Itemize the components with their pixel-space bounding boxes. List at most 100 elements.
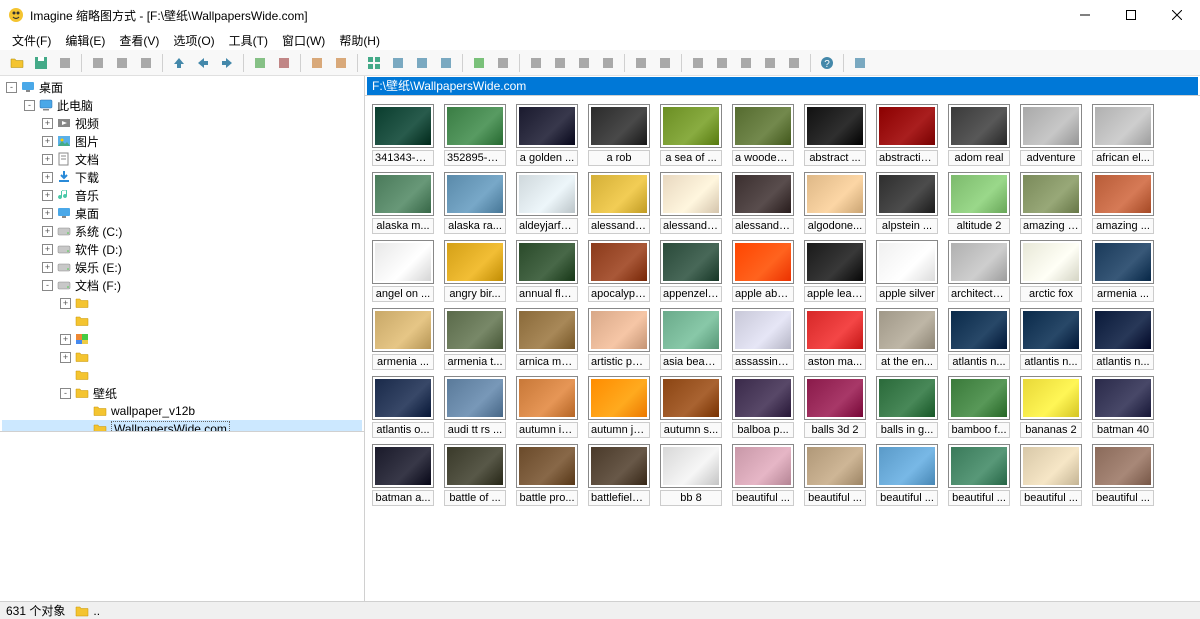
opt5-icon[interactable] — [783, 52, 805, 74]
thumbnail-item[interactable]: beautiful ... — [875, 444, 939, 506]
thumbnail-item[interactable]: beautiful ... — [947, 444, 1011, 506]
thumbnail-item[interactable]: battlefield... — [587, 444, 651, 506]
close-button[interactable] — [1154, 0, 1200, 30]
tree-item[interactable] — [2, 312, 362, 330]
thumbnail-item[interactable]: apocalyps... — [587, 240, 651, 302]
thumbnail-item[interactable]: bb 8 — [659, 444, 723, 506]
tree-item[interactable]: WallpapersWide.com — [2, 420, 362, 431]
thumbnail-item[interactable]: bananas 2 — [1019, 376, 1083, 438]
tree-item[interactable]: +视频 — [2, 114, 362, 132]
refresh-icon[interactable] — [249, 52, 271, 74]
menu-item[interactable]: 帮助(H) — [333, 30, 386, 51]
thumbnail-item[interactable]: alpstein ... — [875, 172, 939, 234]
tree-expander[interactable]: - — [42, 280, 53, 291]
thumbnail-item[interactable]: a sea of ... — [659, 104, 723, 166]
tree-item[interactable]: -此电脑 — [2, 96, 362, 114]
tree-item[interactable]: -文档 (F:) — [2, 276, 362, 294]
menu-item[interactable]: 文件(F) — [6, 30, 57, 51]
tree-expander[interactable]: + — [60, 334, 71, 345]
thumbnail-item[interactable]: appenzell... — [659, 240, 723, 302]
thumbnail-item[interactable]: beautiful ... — [731, 444, 795, 506]
thumbnail-item[interactable]: african el... — [1091, 104, 1155, 166]
back-icon[interactable] — [192, 52, 214, 74]
tree-expander[interactable]: + — [42, 190, 53, 201]
thumbnail-item[interactable]: aldeyjarfo... — [515, 172, 579, 234]
tree-item[interactable]: +图片 — [2, 132, 362, 150]
tree-expander[interactable]: - — [6, 82, 17, 93]
thumbnail-item[interactable]: algodone... — [803, 172, 867, 234]
thumbnail-item[interactable]: bamboo f... — [947, 376, 1011, 438]
print-icon[interactable] — [54, 52, 76, 74]
tree-item[interactable]: +文档 — [2, 150, 362, 168]
up-icon[interactable] — [168, 52, 190, 74]
tree-item[interactable]: +音乐 — [2, 186, 362, 204]
tree-item[interactable]: + — [2, 348, 362, 366]
thumbnail-item[interactable]: adventure — [1019, 104, 1083, 166]
about-icon[interactable] — [849, 52, 871, 74]
thumbnail-item[interactable]: artistic ph... — [587, 308, 651, 370]
tool1-icon[interactable] — [630, 52, 652, 74]
thumbnail-item[interactable]: adom real — [947, 104, 1011, 166]
tree-expander[interactable]: + — [42, 226, 53, 237]
tree-expander[interactable]: + — [42, 208, 53, 219]
menu-item[interactable]: 工具(T) — [223, 30, 274, 51]
path-input[interactable] — [367, 77, 1198, 95]
thumbnail-item[interactable]: asia beac... — [659, 308, 723, 370]
cut-icon[interactable] — [87, 52, 109, 74]
thumbnail-item[interactable]: abstractio... — [875, 104, 939, 166]
tree-expander[interactable]: - — [60, 388, 71, 399]
thumbnail-item[interactable]: at the en... — [875, 308, 939, 370]
thumbnail-item[interactable]: balls in g... — [875, 376, 939, 438]
thumbnail-item[interactable]: a golden ... — [515, 104, 579, 166]
thumbnail-item[interactable]: amazing 10 — [1019, 172, 1083, 234]
tree-item[interactable]: -桌面 — [2, 78, 362, 96]
thumbnail-item[interactable]: arctic fox — [1019, 240, 1083, 302]
tree-item[interactable]: +下载 — [2, 168, 362, 186]
tree-expander[interactable]: + — [42, 118, 53, 129]
home-icon[interactable] — [306, 52, 328, 74]
stop-icon[interactable] — [273, 52, 295, 74]
thumbnail-item[interactable]: alessandr... — [587, 172, 651, 234]
view2-icon[interactable] — [549, 52, 571, 74]
thumbnail-item[interactable]: balls 3d 2 — [803, 376, 867, 438]
open-icon[interactable] — [6, 52, 28, 74]
thumbnail-item[interactable]: abstract ... — [803, 104, 867, 166]
tree-item[interactable]: +软件 (D:) — [2, 240, 362, 258]
save-icon[interactable] — [30, 52, 52, 74]
thumbnail-item[interactable]: battle pro... — [515, 444, 579, 506]
thumbnail-grid[interactable]: 341343-106352895-106a golden ...a roba s… — [365, 96, 1200, 601]
thumbnail-item[interactable]: 352895-106 — [443, 104, 507, 166]
tree-item[interactable]: +娱乐 (E:) — [2, 258, 362, 276]
maximize-button[interactable] — [1108, 0, 1154, 30]
opt3-icon[interactable] — [735, 52, 757, 74]
list-icon[interactable] — [387, 52, 409, 74]
fav-icon[interactable] — [330, 52, 352, 74]
thumbnail-item[interactable]: a rob — [587, 104, 651, 166]
menu-item[interactable]: 选项(O) — [167, 30, 220, 51]
view1-icon[interactable] — [525, 52, 547, 74]
minimize-button[interactable] — [1062, 0, 1108, 30]
tree-expander[interactable]: + — [42, 136, 53, 147]
thumbnail-item[interactable]: battle of ... — [443, 444, 507, 506]
tree-expander[interactable]: + — [42, 244, 53, 255]
tree-expander[interactable]: - — [24, 100, 35, 111]
menu-item[interactable]: 查看(V) — [113, 30, 165, 51]
thumbnail-item[interactable]: armenia ... — [371, 308, 435, 370]
detail-icon[interactable] — [411, 52, 433, 74]
thumbnail-item[interactable]: apple abs... — [731, 240, 795, 302]
thumbnail-item[interactable]: annual fle... — [515, 240, 579, 302]
fwd-icon[interactable] — [216, 52, 238, 74]
view3-icon[interactable] — [573, 52, 595, 74]
thumbnail-item[interactable]: atlantis n... — [947, 308, 1011, 370]
help-icon[interactable]: ? — [816, 52, 838, 74]
thumbnail-item[interactable]: alessandr... — [731, 172, 795, 234]
thumbnail-item[interactable]: batman a... — [371, 444, 435, 506]
tree-item[interactable]: +桌面 — [2, 204, 362, 222]
thumbnail-item[interactable]: apple leat... — [803, 240, 867, 302]
thumbnail-item[interactable]: alaska ra... — [443, 172, 507, 234]
thumbnail-item[interactable]: audi tt rs ... — [443, 376, 507, 438]
menu-item[interactable]: 编辑(E) — [59, 30, 111, 51]
thumbnail-item[interactable]: altitude 2 — [947, 172, 1011, 234]
thumbnail-item[interactable]: amazing ... — [1091, 172, 1155, 234]
thumbnail-item[interactable]: a wooden... — [731, 104, 795, 166]
